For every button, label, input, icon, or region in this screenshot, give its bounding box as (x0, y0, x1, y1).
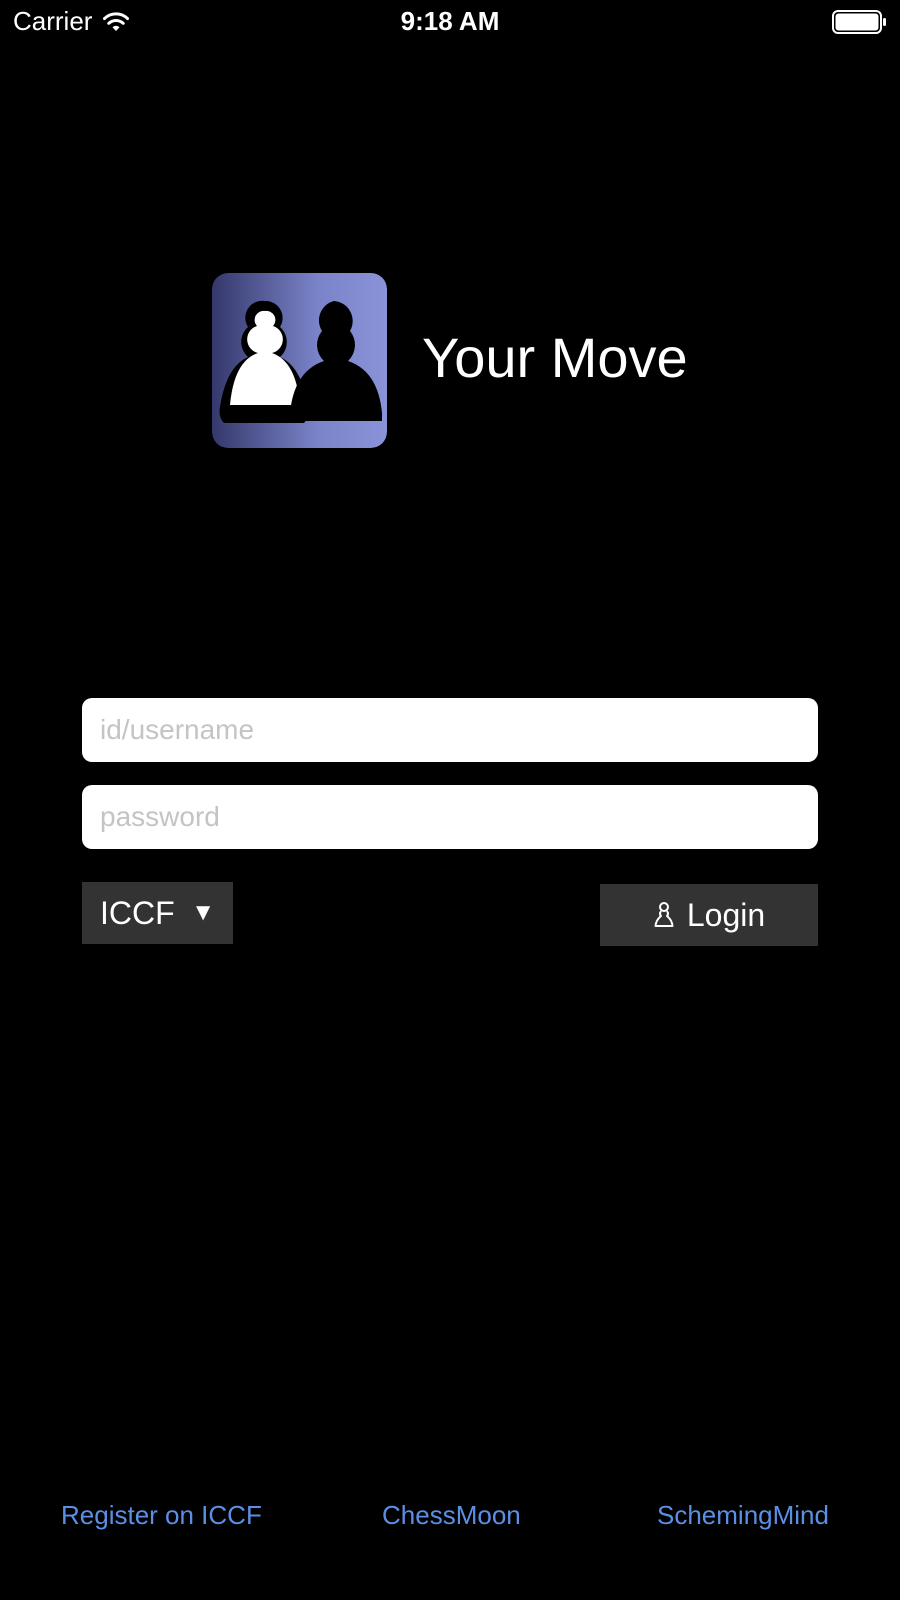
login-screen: Carrier 9:18 AM Your Move id/username IC… (0, 0, 900, 1600)
server-dropdown[interactable]: ICCF ▼ (82, 882, 233, 944)
status-bar: Carrier 9:18 AM (0, 0, 900, 44)
triangle-down-icon: ▼ (191, 899, 215, 926)
battery-icon (832, 10, 886, 34)
two-pawns-logo-icon (212, 273, 387, 448)
server-selected-label: ICCF (100, 894, 175, 931)
username-field[interactable] (82, 698, 818, 762)
register-iccf-link[interactable]: Register on ICCF (61, 1500, 262, 1531)
chessmoon-link[interactable]: ChessMoon (382, 1500, 521, 1531)
status-time: 9:18 AM (400, 6, 500, 36)
pawn-icon (654, 902, 674, 927)
login-button-label: Login (686, 896, 766, 933)
schemingmind-link[interactable]: SchemingMind (657, 1500, 829, 1531)
password-input[interactable] (98, 800, 802, 834)
app-title: Your Move (422, 326, 688, 389)
username-input[interactable] (98, 713, 802, 747)
login-button[interactable]: Login (600, 884, 818, 946)
password-field[interactable] (82, 785, 818, 849)
